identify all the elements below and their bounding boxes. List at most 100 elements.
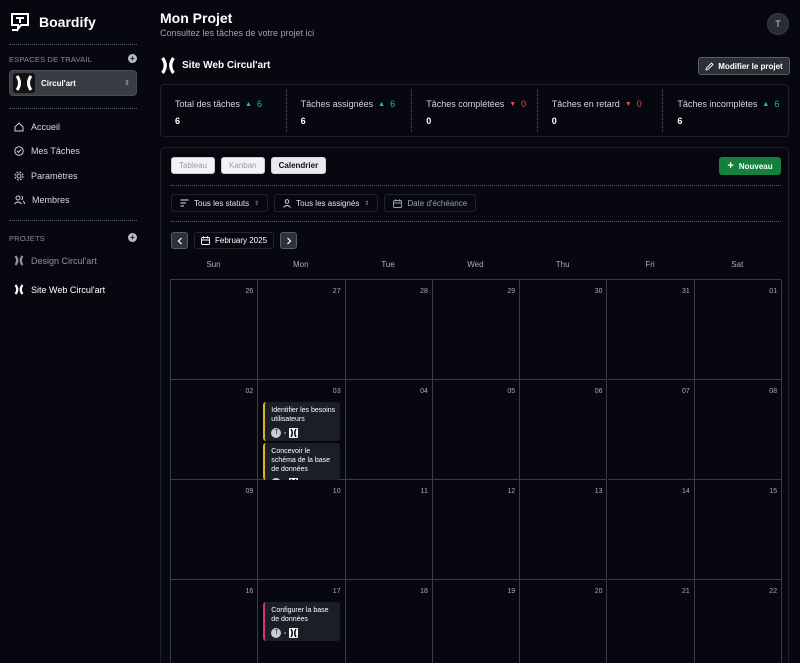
user-avatar[interactable]: T	[767, 13, 789, 35]
event-meta: T	[271, 628, 336, 638]
stat-label: Tâches complétées	[426, 99, 505, 109]
stat-delta: 6	[256, 99, 262, 109]
calendar-day-cell[interactable]: 07	[607, 380, 695, 480]
stat-value: 0	[551, 116, 557, 126]
calendar-day-cell[interactable]: 20	[520, 580, 608, 663]
divider	[171, 221, 781, 222]
nav-label: Paramètres	[31, 171, 78, 181]
project-logo-icon	[289, 428, 299, 438]
nav-accueil[interactable]: Accueil	[14, 122, 60, 132]
calendar-day-cell[interactable]: 21	[608, 580, 695, 663]
nav-parametres[interactable]: Paramètres	[14, 171, 78, 181]
event-title: Configurer la base de données	[271, 607, 329, 623]
new-task-button[interactable]: + Nouveau	[719, 157, 781, 175]
trend-down-icon: ▼	[624, 100, 632, 108]
nav-mes-taches[interactable]: Mes Tâches	[14, 146, 80, 156]
trend-up-icon: ▲	[378, 100, 386, 108]
chevron-right-icon	[286, 237, 291, 244]
stat-card: Tâches en retard ▼ 0 0	[538, 89, 664, 132]
home-icon	[14, 122, 24, 132]
calendar-day-cell[interactable]: 04	[345, 380, 433, 480]
stat-delta: 0	[636, 99, 642, 109]
calendar-day-cell[interactable]: 19	[433, 580, 521, 663]
assignee-filter[interactable]: Tous les assignés ⇕	[274, 194, 379, 212]
calendar-day-cell[interactable]: 12	[432, 480, 521, 580]
nav-membres[interactable]: Membres	[14, 195, 70, 205]
calendar-day-cell[interactable]: 18	[346, 580, 433, 663]
add-project-button[interactable]: +	[128, 233, 137, 242]
calendar-event[interactable]: Identifier les besoins utilisateurs T	[263, 402, 341, 441]
calendar-day-cell[interactable]: 31	[607, 280, 695, 380]
project-label: Design Circul'art	[31, 255, 97, 266]
calendar-day-cell[interactable]: 22	[695, 580, 783, 663]
nav-label: Accueil	[31, 122, 61, 132]
calendar-day-cell[interactable]: 17 Configurer la base de données T	[258, 580, 346, 663]
day-number: 02	[245, 388, 254, 395]
pencil-icon	[705, 61, 714, 71]
workspaces-label: ESPACES DE TRAVAIL	[9, 55, 93, 64]
divider	[9, 220, 137, 221]
calendar-day-cell[interactable]: 10	[258, 480, 346, 580]
calendar-day-cell[interactable]: 02	[171, 380, 259, 480]
weekday-header: Thu	[555, 260, 570, 269]
weekday-header: Mon	[293, 260, 309, 269]
day-number: 14	[682, 488, 690, 495]
calendar-day-cell[interactable]: 14	[607, 480, 695, 580]
calendar-day-cell[interactable]: 01	[694, 280, 783, 380]
status-filter[interactable]: Tous les statuts ⇕	[171, 194, 269, 212]
nav-label: Mes Tâches	[31, 146, 80, 156]
project-item-design[interactable]: Design Circul'art	[14, 255, 97, 266]
main-content: Mon Projet Consultez les tâches de votre…	[160, 0, 800, 663]
calendar-day-cell[interactable]: 28	[345, 280, 433, 380]
day-number: 30	[594, 288, 603, 295]
prev-month-button[interactable]	[171, 232, 188, 249]
add-workspace-button[interactable]: +	[128, 54, 137, 63]
app-name: Boardify	[39, 14, 96, 30]
edit-project-button[interactable]: Modifier le projet	[698, 57, 790, 75]
due-date-filter-value: Date d'échéance	[407, 198, 468, 208]
edit-project-label: Modifier le projet	[718, 61, 783, 71]
tab-calendrier[interactable]: Calendrier	[270, 157, 327, 174]
event-meta: T	[271, 428, 336, 438]
calendar-day-cell[interactable]: 06	[520, 380, 608, 480]
calendar-day-cell[interactable]: 09	[171, 480, 259, 580]
day-number: 19	[507, 588, 516, 595]
calendar-day-cell[interactable]: 08	[694, 380, 783, 480]
calendar-icon	[393, 198, 403, 208]
brand[interactable]: Boardify	[10, 12, 96, 32]
day-number: 21	[682, 588, 690, 595]
tab-tableau[interactable]: Tableau	[171, 157, 216, 174]
calendar-day-cell[interactable]: 13	[520, 480, 608, 580]
stat-header: Tâches incomplètes ▲ 6	[677, 99, 788, 109]
day-number: 29	[507, 288, 516, 295]
project-item-site-web[interactable]: Site Web Circul'art	[14, 284, 105, 295]
separator-dot	[284, 632, 287, 634]
next-month-button[interactable]	[280, 232, 298, 249]
calendar-day-cell[interactable]: 16	[171, 580, 259, 663]
calendar-day-cell[interactable]: 30	[520, 280, 608, 380]
weekday-header: Fri	[645, 260, 655, 269]
assignee-avatar: T	[271, 628, 282, 638]
calendar-day-cell[interactable]: 29	[432, 280, 521, 380]
tab-kanban[interactable]: Kanban	[221, 157, 265, 174]
calendar-day-cell[interactable]: 03 Identifier les besoins utilisateurs T Co…	[258, 380, 346, 480]
calendar-day-cell[interactable]: 26	[171, 280, 259, 380]
due-date-filter[interactable]: Date d'échéance	[384, 194, 477, 212]
day-number: 06	[594, 388, 603, 395]
filters: Tous les statuts ⇕ Tous les assignés ⇕ D…	[171, 194, 477, 212]
gear-icon	[14, 171, 24, 181]
project-title: Site Web Circul'art	[182, 60, 271, 71]
calendar-day-cell[interactable]: 15	[694, 480, 783, 580]
calendar-event[interactable]: Configurer la base de données T	[263, 602, 341, 641]
calendar-day-cell[interactable]: 11	[345, 480, 433, 580]
workspace-select[interactable]: Circul'art ⇕	[9, 70, 137, 96]
weekday-header: Sun	[206, 260, 221, 269]
stat-delta: 6	[774, 99, 780, 109]
day-number: 09	[245, 488, 254, 495]
calendar-icon	[201, 236, 210, 245]
calendar-day-cell[interactable]: 27	[258, 280, 346, 380]
trend-up-icon: ▲	[245, 100, 252, 108]
calendar-day-cell[interactable]: 05	[432, 380, 521, 480]
stat-card: Tâches complétées ▼ 0 0	[412, 89, 538, 132]
calendar-event[interactable]: Concevoir le schéma de la base de donnée…	[263, 443, 341, 480]
